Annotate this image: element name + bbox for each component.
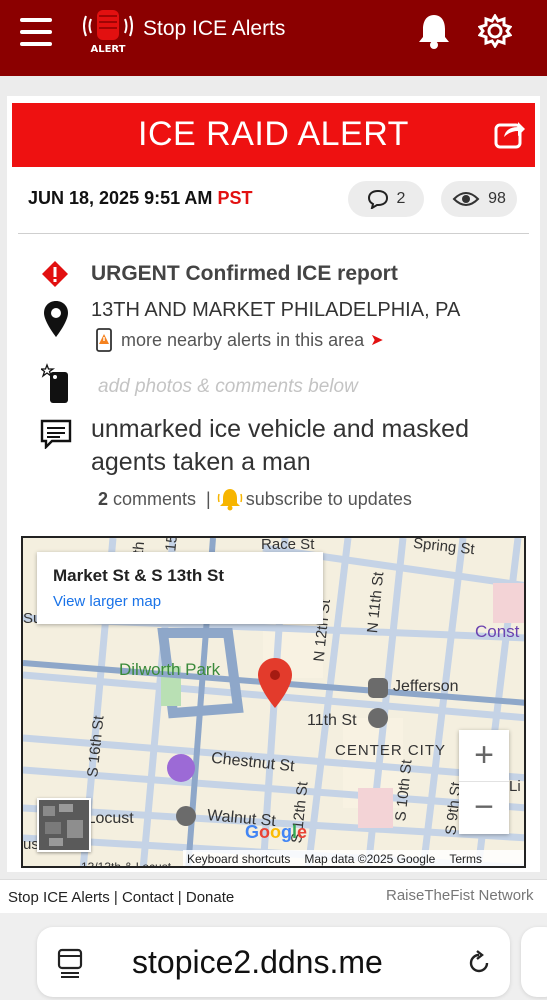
reload-icon[interactable]: [465, 949, 493, 977]
map-place-card: Market St & S 13th St View larger map: [37, 552, 323, 624]
map-label-li: Li: [509, 778, 521, 795]
alert-datetime: JUN 18, 2025 9:51 AM PST: [28, 188, 252, 209]
google-logo: Google: [245, 822, 308, 842]
views-count-badge: 98: [441, 181, 517, 217]
map-place-name: Market St & S 13th St: [53, 566, 224, 585]
map-attribution-bar: Keyboard shortcuts Map data ©2025 Google…: [183, 850, 524, 866]
urgent-label: URGENT Confirmed ICE report: [91, 262, 398, 285]
map-label-bottom-street: 13/13th & Locust: [81, 860, 172, 868]
separator: |: [206, 488, 211, 509]
alert-location: 13TH AND MARKET PHILADELPHIA, PA: [91, 299, 461, 321]
add-photos-hint[interactable]: add photos & comments below: [98, 376, 358, 398]
gear-icon[interactable]: [477, 13, 513, 49]
satellite-toggle-button[interactable]: [37, 798, 91, 852]
alert-banner: ICE RAID ALERT: [12, 103, 535, 167]
embedded-map[interactable]: Race St Spring St Suburban N 12th St N 1…: [21, 536, 526, 868]
alert-date: JUN 18, 2025 9:51 AM: [28, 188, 213, 208]
nearby-alerts-label: more nearby alerts in this area: [121, 329, 365, 350]
fist-logo[interactable]: ALERT: [80, 4, 136, 56]
reader-mode-icon[interactable]: [57, 948, 83, 978]
subscribe-link[interactable]: subscribe to updates: [246, 489, 412, 510]
nearby-alerts-link[interactable]: more nearby alerts in this area ➤: [93, 327, 384, 353]
comments-count-badge[interactable]: 2: [348, 181, 424, 217]
comments-number: 2: [98, 488, 109, 509]
satellite-thumbnail-icon: [39, 800, 89, 850]
site-footer: Stop ICE Alerts | Contact | Donate Raise…: [0, 879, 547, 913]
address-bar[interactable]: stopice2.ddns.me: [37, 927, 510, 997]
views-count: 98: [488, 190, 506, 207]
map-data-credit: Map data ©2025 Google: [304, 852, 436, 866]
message-icon: [40, 419, 72, 449]
app-header: ALERT Stop ICE Alerts: [0, 0, 547, 76]
arrow-right-icon: ➤: [370, 332, 384, 349]
next-tab-edge[interactable]: [521, 927, 547, 997]
comments-subscribe-row: 2 comments | subscribe to updates: [98, 486, 412, 512]
phone-alert-icon: [96, 328, 112, 352]
map-label-dilworth-park: Dilworth Park: [119, 660, 221, 679]
view-larger-map-link[interactable]: View larger map: [53, 593, 161, 610]
location-pin-icon: [44, 301, 68, 337]
zoom-out-button[interactable]: −: [459, 782, 509, 834]
alert-timezone: PST: [217, 188, 253, 208]
hamburger-menu-icon[interactable]: [20, 18, 52, 46]
map-label-center-city: CENTER CITY: [335, 742, 447, 759]
footer-network[interactable]: RaiseTheFist Network: [386, 887, 534, 904]
url-text[interactable]: stopice2.ddns.me: [132, 944, 383, 981]
map-label-jefferson: Jefferson: [393, 678, 459, 695]
eye-icon: [452, 192, 480, 206]
map-label-const: Const: [475, 622, 520, 641]
alert-meta-row: JUN 18, 2025 9:51 AM PST 2 98: [18, 172, 529, 234]
footer-links[interactable]: Stop ICE Alerts | Contact | Donate: [8, 889, 234, 906]
app-title: Stop ICE Alerts: [143, 17, 286, 40]
logo-text: ALERT: [90, 44, 125, 55]
bell-icon: [217, 489, 242, 511]
map-label-race-st: Race St: [261, 536, 315, 553]
comments-count: 2: [396, 190, 406, 207]
keyboard-shortcuts-link[interactable]: Keyboard shortcuts: [187, 852, 290, 866]
map-zoom-controls: + −: [459, 730, 509, 834]
camera-phone-icon[interactable]: [41, 363, 71, 405]
report-text: unmarked ice vehicle and masked agents t…: [91, 415, 469, 476]
warning-diamond-icon: [42, 261, 68, 287]
browser-toolbar: stopice2.ddns.me: [0, 913, 547, 1000]
share-icon[interactable]: [494, 117, 526, 149]
terms-link[interactable]: Terms: [449, 852, 482, 866]
zoom-in-button[interactable]: +: [459, 730, 509, 782]
comment-bubble-icon: [367, 189, 388, 209]
map-label-11th-st: 11th St: [307, 712, 357, 729]
alert-title: ICE RAID ALERT: [138, 115, 409, 153]
bell-icon[interactable]: [416, 12, 452, 50]
comments-link[interactable]: comments: [113, 489, 196, 510]
